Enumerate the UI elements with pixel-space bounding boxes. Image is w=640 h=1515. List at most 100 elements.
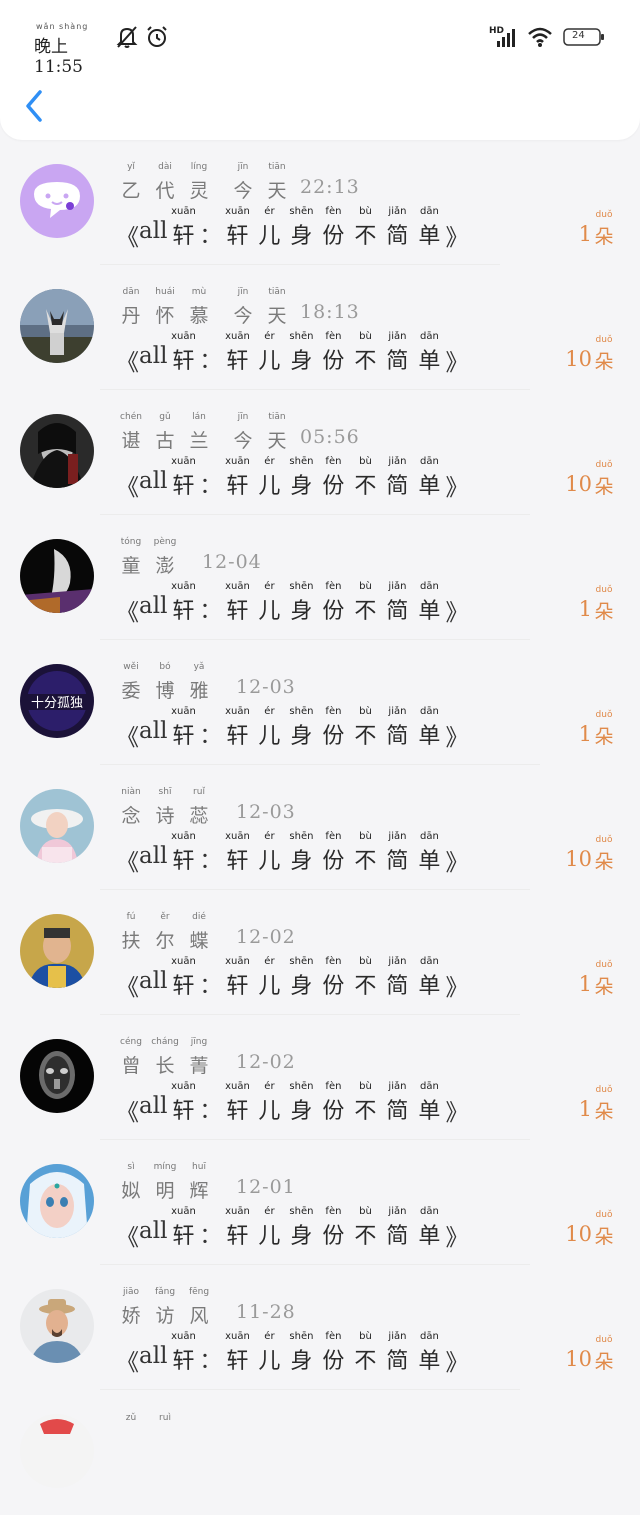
flower-unit-pinyin: duǒ: [595, 1085, 613, 1095]
avatar[interactable]: [20, 1289, 94, 1363]
sender-name-char: lán 兰: [182, 412, 216, 453]
sender-line: yǐ 乙 dài 代 líng 灵 jīn 今 tiān 天 22:13: [114, 162, 360, 202]
sender-name-hanzi: 尔: [155, 930, 175, 952]
sender-name-char: chén 谌: [114, 412, 148, 453]
flower-count-number: 10: [565, 1222, 592, 1246]
list-item[interactable]: niàn 念 shī 诗 ruǐ 蕊 12-03 《all xuān 轩： xuān 轩 ér 儿 shēn…: [0, 765, 640, 890]
message-hanzi: 简: [386, 724, 409, 749]
flower-unit-hanzi: 朵: [594, 226, 614, 248]
flower-count-unit: duǒ 朵: [592, 1083, 616, 1124]
flower-count-number: 10: [565, 347, 592, 371]
chevron-left-icon: [26, 90, 42, 122]
date-hanzi: 今: [233, 430, 253, 452]
sender-name-char: dài 代: [148, 162, 182, 203]
message-text: 《all xuān 轩： xuān 轩 ér 儿 shēn 身 fèn 份 bù 不 jiǎn 简 dān 单》: [116, 581, 468, 626]
flower-unit-hanzi: 朵: [594, 851, 614, 873]
sender-name-pinyin: ruǐ: [193, 787, 205, 797]
message-hanzi: 轩: [226, 1349, 249, 1374]
message-open-bracket: 《: [116, 1100, 139, 1126]
message-hanzi: 简: [386, 849, 409, 874]
flower-count: 1 duǒ 朵: [579, 583, 616, 627]
message-hanzi: 身: [290, 224, 313, 249]
sender-name-char: ruǐ 蕊: [182, 787, 216, 828]
status-time-text: 晚上11:55: [34, 37, 83, 77]
avatar[interactable]: [20, 164, 94, 238]
back-button[interactable]: [20, 86, 52, 126]
sender-name-hanzi: 兰: [189, 430, 209, 452]
list-item[interactable]: tóng 童 pèng 澎 12-04 《all xuān 轩： xuān 轩 ér 儿 shēn 身 fè…: [0, 515, 640, 640]
message-hanzi: 份: [322, 1099, 345, 1124]
avatar[interactable]: [20, 1164, 94, 1238]
message-hanzi: 儿: [258, 1099, 281, 1124]
sender-name-pinyin: bó: [159, 662, 171, 672]
list-item[interactable]: jiāo 娇 fǎng 访 fēng 风 11-28 《all xuān 轩： xuān 轩 ér 儿 sh…: [0, 1265, 640, 1390]
avatar[interactable]: [20, 914, 94, 988]
sender-name-pinyin: yǐ: [127, 162, 135, 172]
sender-line: jiāo 娇 fǎng 访 fēng 风 11-28: [114, 1287, 296, 1327]
sender-name-pinyin: mù: [191, 287, 207, 297]
sender-name-char: míng 明: [148, 1162, 182, 1203]
flower-count-unit: duǒ 朵: [592, 708, 616, 749]
timestamp: 11-28: [236, 1301, 296, 1323]
avatar[interactable]: [20, 1414, 94, 1488]
date-char: tiān 天: [260, 287, 294, 328]
sender-name-pinyin: chén: [120, 412, 142, 422]
timestamp: 12-02: [236, 926, 296, 948]
flower-count-unit: duǒ 朵: [592, 1333, 616, 1374]
message-hanzi: 儿: [258, 849, 281, 874]
list-item[interactable]: fú 扶 ěr 尔 dié 蝶 12-02 《all xuān 轩： xuān 轩 ér 儿 shēn 身 fè…: [0, 890, 640, 1015]
message-char: xuān 轩: [167, 331, 199, 375]
message-char: xuān 轩: [167, 206, 199, 250]
message-pinyin: dān: [420, 1081, 439, 1092]
sender-name-hanzi: 娇: [121, 1305, 141, 1327]
message-hanzi: 身: [290, 1224, 313, 1249]
message-char: xuān 轩: [167, 1081, 199, 1125]
sender-line: céng 曾 cháng 长 jīng 菁 12-02: [114, 1037, 296, 1077]
list-item[interactable]: céng 曾 cháng 长 jīng 菁 12-02 《all xuān 轩： xuān 轩 ér 儿 s…: [0, 1015, 640, 1140]
list-item[interactable]: chén 谌 gǔ 古 lán 兰 jīn 今 tiān 天 05:56 《all xuān 轩： xuān…: [0, 390, 640, 515]
battery-level: 24: [572, 30, 585, 41]
sender-name-char: céng 曾: [114, 1037, 148, 1078]
avatar-text: 十分孤独: [31, 696, 83, 711]
message-hanzi: 份: [322, 724, 345, 749]
list-item[interactable]: sì 姒 míng 明 huī 辉 12-01 《all xuān 轩： xuān 轩 ér 儿 shēn 身…: [0, 1140, 640, 1265]
list-item[interactable]: zǔ ruì: [0, 1390, 640, 1515]
message-char: xuān 轩: [167, 831, 199, 875]
avatar[interactable]: [20, 539, 94, 613]
list-item[interactable]: yǐ 乙 dài 代 líng 灵 jīn 今 tiān 天 22:13 《all xuān 轩： xuān…: [0, 140, 640, 265]
date-char: tiān 天: [260, 412, 294, 453]
flower-count: 10 duǒ 朵: [565, 333, 616, 377]
message-char: dān 单: [413, 1081, 445, 1125]
sender-name-pinyin: líng: [190, 162, 208, 172]
avatar[interactable]: 十分孤独: [20, 664, 94, 738]
avatar[interactable]: [20, 1039, 94, 1113]
sender-name-char: fǎng 访: [148, 1287, 182, 1328]
flower-count-unit: duǒ 朵: [592, 208, 616, 249]
sender-name-hanzi: 慕: [189, 305, 209, 327]
sender-name-pinyin: fǎng: [154, 1287, 176, 1297]
message-hanzi: 单: [418, 1099, 441, 1124]
date-pinyin: jīn: [237, 412, 249, 422]
sender-line: chén 谌 gǔ 古 lán 兰 jīn 今 tiān 天 05:56: [114, 412, 360, 452]
message-char: dān 单: [413, 706, 445, 750]
message-hanzi: 儿: [258, 1349, 281, 1374]
timestamp: 12-03: [236, 676, 296, 698]
flower-unit-hanzi: 朵: [594, 1351, 614, 1373]
avatar[interactable]: [20, 789, 94, 863]
flower-count: 1 duǒ 朵: [579, 708, 616, 752]
date-char: jīn 今: [226, 412, 260, 453]
list-item[interactable]: 十分孤独 wěi 委 bó 博 yǎ 雅 12-03 《all xuān 轩： xuān 轩 ér 儿 shē…: [0, 640, 640, 765]
sender-name-char: yǎ 雅: [182, 662, 216, 703]
message-char: dān 单: [413, 206, 445, 250]
avatar[interactable]: [20, 289, 94, 363]
message-open-bracket: 《: [116, 350, 139, 376]
message-hanzi: 简: [386, 1099, 409, 1124]
flower-unit-pinyin: duǒ: [595, 585, 613, 595]
sender-name-char: zǔ: [114, 1413, 148, 1427]
avatar[interactable]: [20, 414, 94, 488]
list-item[interactable]: dān 丹 huái 怀 mù 慕 jīn 今 tiān 天 18:13 《all xuān 轩： xuān…: [0, 265, 640, 390]
flower-count-unit: duǒ 朵: [592, 333, 616, 374]
timestamp: 22:13: [300, 176, 360, 198]
signal-icon: [497, 29, 515, 47]
message-open-bracket: 《: [116, 475, 139, 501]
